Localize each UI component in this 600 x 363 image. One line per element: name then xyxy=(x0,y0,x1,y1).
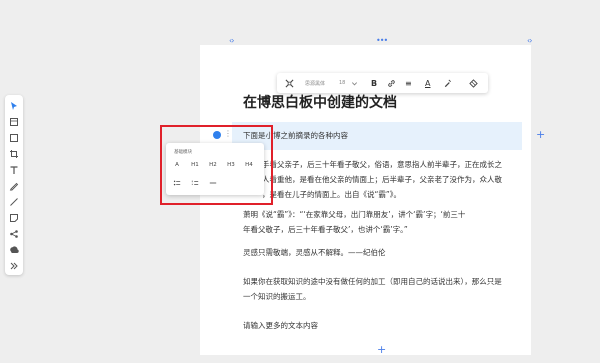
sticky-note-icon[interactable] xyxy=(8,212,20,224)
line-icon[interactable] xyxy=(8,196,20,208)
font-family-select[interactable]: 思源黑体 xyxy=(305,78,325,88)
mindmap-icon[interactable] xyxy=(8,228,20,240)
left-toolbar xyxy=(5,95,23,275)
paragraph-1-line-3[interactable]: ，是看在儿子的情面上。出自《说“霸”》。 xyxy=(262,187,401,202)
paragraph-1-line-2[interactable]: 人看重他，是看在他父亲的情面上；后半辈子，父亲老了没作为，众人敬 xyxy=(262,172,502,187)
pen-icon[interactable] xyxy=(8,180,20,192)
canvas-top-handle[interactable]: ••• xyxy=(376,36,388,45)
paragraph-4-line-1[interactable]: 如果你在获取知识的途中没有做任何的加工（即用自己的话说出来），那么只是 xyxy=(243,274,502,289)
paragraph-2-line-2[interactable]: 年看父敬子，后三十年看子敬父’，也讲个‘霸’字。” xyxy=(243,222,408,237)
frame-icon[interactable] xyxy=(8,116,20,128)
font-size-select[interactable]: 18 xyxy=(339,78,345,88)
crop-icon[interactable] xyxy=(8,148,20,160)
document-title[interactable]: 在博思白板中创建的文档 xyxy=(243,92,397,112)
paragraph-3[interactable]: 灵感只需敬端，灵感从不解释。——纪伯伦 xyxy=(243,245,386,260)
double-chevron-icon[interactable] xyxy=(8,260,20,272)
link-icon[interactable] xyxy=(387,78,396,88)
paragraph-4-line-2[interactable]: 一个知识的搬运工。 xyxy=(243,289,311,304)
cursor-icon[interactable] xyxy=(8,100,20,112)
paragraph-5[interactable]: 请输入更多的文本内容 xyxy=(243,318,318,333)
add-block-bottom-icon[interactable]: + xyxy=(377,344,386,355)
text-style-icon[interactable] xyxy=(285,78,294,88)
format-toolbar: 思源黑体 18 B ≡ A xyxy=(277,73,488,93)
annotation-highlight-box xyxy=(160,125,273,205)
clear-format-icon[interactable] xyxy=(469,78,478,88)
paragraph-2-line-1[interactable]: 萧明《说“霸”》：“‘在家靠父母，出门靠朋友’，讲个‘霸’字；‘前三十 xyxy=(243,207,465,222)
upload-icon[interactable] xyxy=(8,244,20,256)
highlighter-icon[interactable] xyxy=(443,78,452,88)
bold-button[interactable]: B xyxy=(371,78,377,88)
chevron-down-icon[interactable] xyxy=(350,78,359,88)
paragraph-1-line-1[interactable]: 手看父亲子，后三十年看子敬父，俗语，意思指人前半辈子，正在成长之 xyxy=(262,157,502,172)
canvas-right-handle[interactable]: ‹› xyxy=(527,36,533,45)
add-block-right-icon[interactable]: + xyxy=(536,129,545,140)
align-button[interactable]: ≡ xyxy=(405,78,412,88)
square-icon[interactable] xyxy=(8,132,20,144)
text-color-button[interactable]: A xyxy=(425,78,430,88)
text-icon[interactable] xyxy=(8,164,20,176)
canvas-left-handle[interactable]: ‹› xyxy=(229,36,235,45)
